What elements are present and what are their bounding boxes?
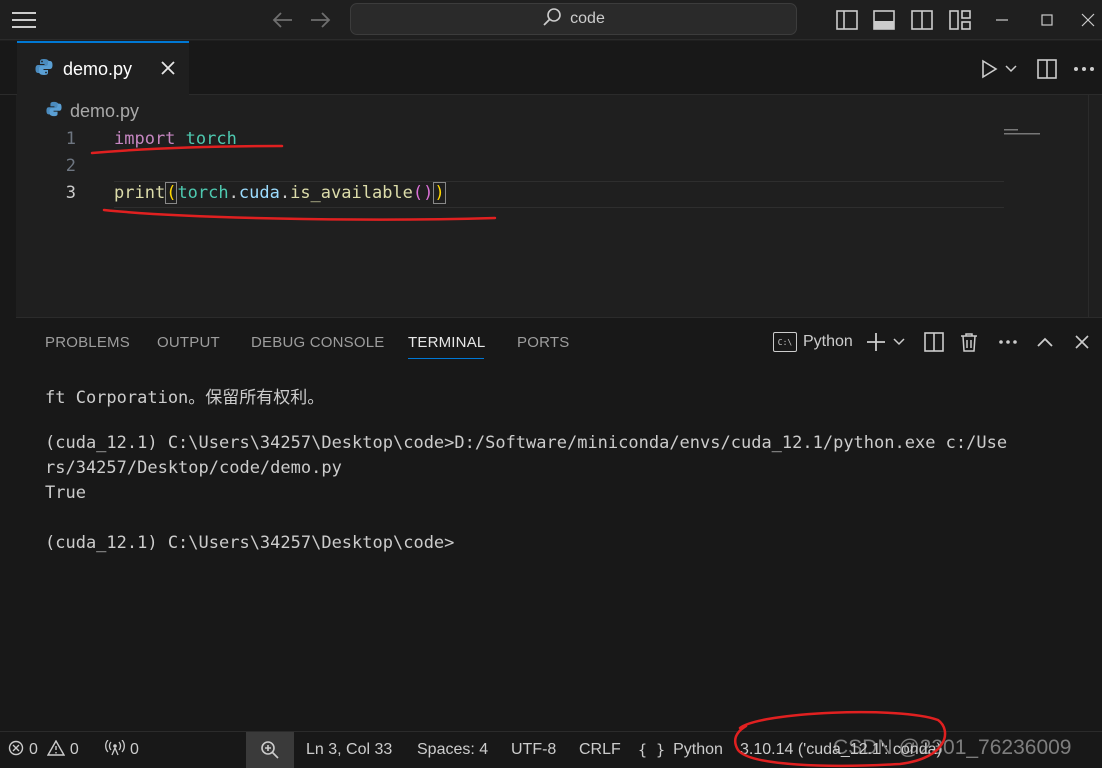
cursor-position[interactable]: Ln 3, Col 33 — [306, 732, 392, 768]
activity-bar-edge — [0, 41, 16, 731]
line-number: 1 — [65, 129, 76, 149]
tab-problems[interactable]: PROBLEMS — [45, 334, 130, 351]
minimap[interactable] — [1004, 125, 1044, 135]
terminal-line: (cuda_12.1) C:\Users\34257\Desktop\code> — [45, 533, 455, 553]
line-ending[interactable]: CRLF — [579, 732, 621, 768]
toggle-secondary-sidebar-icon[interactable] — [910, 8, 934, 32]
close-window-icon[interactable] — [1076, 8, 1100, 32]
language-mode[interactable]: { } Python — [638, 732, 723, 768]
warning-count: 0 — [69, 741, 79, 758]
run-dropdown-chevron-icon[interactable] — [1003, 59, 1019, 79]
error-count: 0 — [29, 741, 38, 758]
error-icon — [8, 740, 24, 761]
more-actions-icon[interactable] — [1071, 57, 1097, 81]
module-name: torch — [177, 183, 229, 203]
terminal-profile[interactable]: C:\ Python — [773, 330, 853, 354]
broadcast-icon — [105, 739, 125, 761]
title-bar: code — [0, 0, 1102, 40]
more-actions-icon[interactable] — [998, 330, 1018, 354]
terminal-line: ft Corporation。保留所有权利。 — [45, 388, 325, 408]
back-arrow-icon[interactable] — [270, 8, 296, 32]
close-paren: ) — [433, 182, 446, 204]
forward-arrow-icon[interactable] — [307, 8, 333, 32]
command-center-search[interactable]: code — [350, 3, 797, 35]
warning-icon — [46, 739, 66, 761]
search-icon — [542, 7, 562, 32]
trash-icon[interactable] — [960, 330, 978, 354]
split-editor-icon[interactable] — [1035, 57, 1059, 81]
maximize-panel-chevron-up-icon[interactable] — [1037, 330, 1053, 354]
ports-count: 0 — [130, 741, 139, 758]
problems-indicator[interactable]: 0 0 — [8, 732, 79, 768]
line-number: 2 — [65, 156, 76, 176]
python-file-icon — [46, 101, 62, 122]
close-tab-icon[interactable] — [157, 57, 179, 79]
maximize-icon[interactable] — [1035, 8, 1059, 32]
tab-debug-console[interactable]: DEBUG CONSOLE — [251, 334, 384, 351]
open-paren: ( — [412, 183, 424, 203]
function-is-available: is_available — [290, 183, 413, 203]
tab-demo-py[interactable]: demo.py — [17, 41, 189, 95]
bottom-panel: PROBLEMS OUTPUT DEBUG CONSOLE TERMINAL P… — [16, 317, 1102, 731]
code-line-3[interactable]: print(torch.cuda.is_available()) — [114, 182, 446, 204]
tab-label: demo.py — [63, 58, 133, 79]
ports-indicator[interactable]: 0 — [105, 732, 139, 768]
module-name: torch — [185, 129, 237, 149]
zoom-icon[interactable] — [246, 732, 294, 768]
tab-terminal[interactable]: TERMINAL — [408, 334, 485, 351]
run-python-file-icon[interactable] — [978, 57, 1000, 81]
terminal-profile-label: Python — [803, 333, 853, 350]
toggle-panel-icon[interactable] — [872, 8, 896, 32]
split-terminal-icon[interactable] — [924, 330, 944, 354]
encoding[interactable]: UTF-8 — [511, 732, 556, 768]
customize-layout-icon[interactable] — [948, 8, 972, 32]
breadcrumb[interactable]: demo.py — [46, 101, 139, 122]
close-paren: ) — [423, 183, 434, 203]
editor-tab-strip: demo.py — [0, 41, 1102, 95]
close-panel-icon[interactable] — [1075, 330, 1089, 354]
code-line-1[interactable]: import torch — [114, 129, 237, 149]
code-editor[interactable]: demo.py 1 2 3 import torch print(torch.c… — [16, 95, 1102, 317]
indentation[interactable]: Spaces: 4 — [417, 732, 488, 768]
line-number: 3 — [65, 183, 76, 203]
dot: . — [279, 183, 291, 203]
editor-scrollbar[interactable] — [1088, 95, 1102, 317]
active-tab-indicator — [408, 358, 484, 359]
function-print: print — [114, 183, 166, 203]
menu-icon[interactable] — [10, 8, 38, 32]
terminal-dropdown-chevron-icon[interactable] — [893, 330, 905, 354]
terminal-line: rs/34257/Desktop/code/demo.py — [45, 458, 342, 478]
terminal-line: (cuda_12.1) C:\Users\34257\Desktop\code>… — [45, 433, 1008, 453]
open-paren: ( — [165, 182, 178, 204]
minimize-icon[interactable] — [990, 8, 1014, 32]
braces-icon: { } — [638, 741, 666, 759]
toggle-primary-sidebar-icon[interactable] — [835, 8, 859, 32]
watermark-text: CSDN @2301_76236009 — [833, 736, 1072, 759]
tab-output[interactable]: OUTPUT — [157, 334, 220, 351]
search-text: code — [570, 10, 605, 27]
terminal-icon: C:\ — [773, 332, 797, 352]
new-terminal-plus-icon[interactable] — [866, 330, 886, 354]
keyword-import: import — [114, 129, 176, 149]
python-file-icon — [35, 58, 53, 81]
language-label: Python — [673, 741, 723, 758]
dot: . — [228, 183, 239, 203]
tab-ports[interactable]: PORTS — [517, 334, 569, 351]
breadcrumb-file: demo.py — [70, 101, 140, 121]
attribute-cuda: cuda — [238, 183, 280, 203]
terminal-line: True — [45, 483, 86, 503]
